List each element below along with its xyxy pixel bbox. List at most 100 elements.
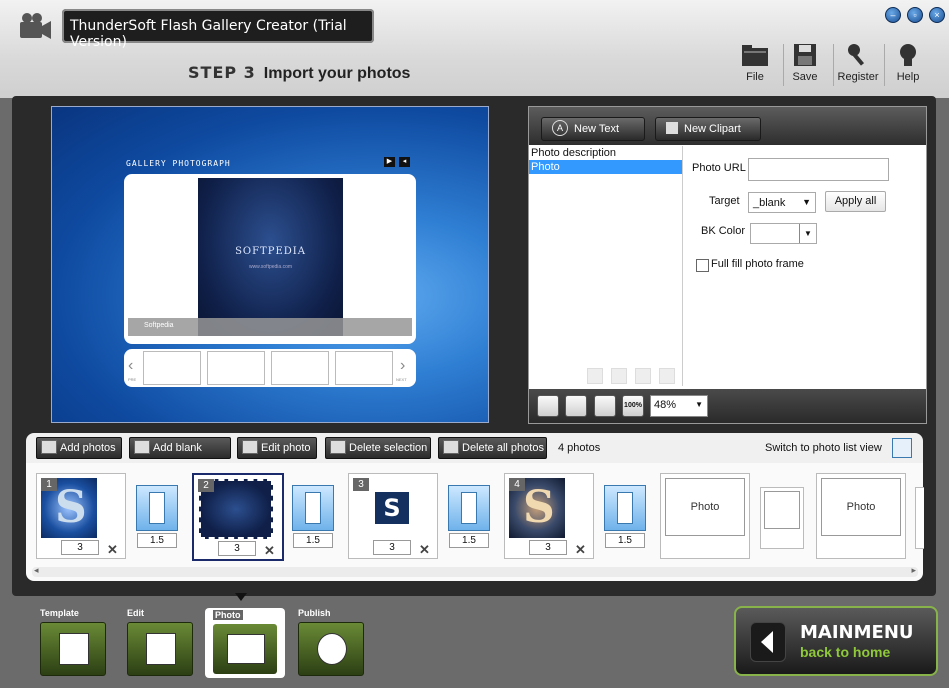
photo-duration[interactable]: 3 [373, 540, 411, 555]
publish-folder-icon [298, 622, 364, 676]
photo-duration[interactable]: 3 [529, 540, 567, 555]
step-edit[interactable]: Edit [127, 608, 197, 678]
scroll-left-icon[interactable]: ◂ [34, 565, 39, 576]
transition-item[interactable]: 1.5 [135, 485, 179, 549]
photo-url-input[interactable] [748, 158, 889, 181]
photo-duration[interactable]: 3 [61, 540, 99, 555]
remove-icon[interactable]: ✕ [264, 543, 275, 559]
photo-placeholder[interactable]: Photo [816, 473, 906, 559]
photo-card[interactable]: S 4 3 ✕ [504, 473, 594, 559]
chevron-down-icon: ▼ [799, 224, 816, 243]
next-label: NEXT [396, 377, 407, 382]
target-select[interactable]: _blank ▼ [748, 192, 816, 213]
strip-scrollbar[interactable]: ◂ ▸ [32, 565, 918, 577]
thumb-slot[interactable] [207, 351, 265, 385]
window-title: ThunderSoft Flash Gallery Creator (Trial… [70, 18, 347, 50]
delete-selection-button[interactable]: Delete selection [325, 437, 431, 459]
trash-icon[interactable] [659, 368, 675, 384]
delete-all-button[interactable]: Delete all photos [438, 437, 547, 459]
step-photo-active[interactable]: Photo [205, 608, 285, 678]
full-fill-checkbox[interactable] [696, 259, 709, 272]
mainmenu-title: MAINMENU [800, 622, 914, 643]
photo-strip-toolbar: Add photos Add blank frame Edit photo De… [26, 433, 923, 474]
remove-icon[interactable]: ✕ [107, 542, 118, 558]
close-button[interactable]: × [929, 7, 945, 23]
properties-toolbar: A New Text New Clipart [529, 107, 926, 145]
transition-duration[interactable]: 1.5 [137, 533, 177, 548]
layer-item-photo[interactable]: Photo [529, 160, 682, 174]
file-button[interactable]: File [727, 42, 783, 88]
step-publish[interactable]: Publish [298, 608, 368, 678]
transition-item[interactable]: 1.5 [447, 485, 491, 549]
save-button[interactable]: Save [777, 42, 833, 88]
photo-placeholder[interactable]: Photo [660, 473, 750, 559]
placeholder-label: Photo [665, 478, 745, 536]
properties-icon[interactable] [635, 368, 651, 384]
zoom-out-icon[interactable] [565, 395, 587, 417]
photo-index: 1 [41, 478, 57, 491]
transition-icon [604, 485, 646, 531]
blank-transition-slot[interactable] [915, 487, 924, 549]
move-icon[interactable] [594, 395, 616, 417]
photo-url-text: www.softpedia.com [248, 264, 293, 270]
zoom-select[interactable]: 48% ▼ [650, 395, 708, 417]
photo-url-label: Photo URL [692, 162, 746, 174]
scroll-right-icon[interactable]: ▸ [911, 565, 916, 576]
remove-icon[interactable]: ✕ [575, 542, 586, 558]
delete-all-label: Delete all photos [462, 442, 544, 454]
next-arrow-icon[interactable]: › [400, 357, 405, 375]
prev-arrow-icon[interactable]: ‹ [128, 357, 133, 375]
new-text-button[interactable]: A New Text [541, 117, 645, 141]
sound-icon[interactable]: ◂ [399, 157, 410, 167]
maximize-button[interactable]: ▫ [907, 7, 923, 23]
transition-item[interactable]: 1.5 [603, 485, 647, 549]
thumb-slot[interactable] [335, 351, 393, 385]
template-folder-icon [40, 622, 106, 676]
play-icon[interactable]: ▶ [384, 157, 395, 167]
photo-card[interactable]: S 1 3 ✕ [36, 473, 126, 559]
thumb-slot[interactable] [271, 351, 329, 385]
minimize-button[interactable]: – [885, 7, 901, 23]
new-clipart-label: New Clipart [684, 123, 741, 135]
transition-duration[interactable]: 1.5 [293, 533, 333, 548]
photo-card[interactable]: S 3 3 ✕ [348, 473, 438, 559]
step-number: STEP 3 [188, 63, 256, 82]
edit-photo-button[interactable]: Edit photo [237, 437, 317, 459]
zoom-in-icon[interactable] [537, 395, 559, 417]
bk-color-picker[interactable]: ▼ [750, 223, 817, 244]
text-a-icon: A [552, 120, 568, 137]
transition-duration[interactable]: 1.5 [605, 533, 645, 548]
transition-item[interactable]: 1.5 [291, 485, 335, 549]
photo-index: 2 [198, 479, 214, 492]
chevron-down-icon: ▼ [695, 400, 703, 409]
apply-all-button[interactable]: Apply all [825, 191, 886, 212]
gallery-title: GALLERY PHOTOGRAPH [126, 159, 231, 168]
zoom-value: 48% [654, 399, 677, 411]
new-text-label: New Text [574, 123, 620, 135]
transition-icon [136, 485, 178, 531]
move-down-icon[interactable] [611, 368, 627, 384]
photo-duration[interactable]: 3 [218, 541, 256, 556]
layer-item-photo-description[interactable]: Photo description [529, 146, 682, 160]
add-photo-icon [41, 440, 57, 455]
add-blank-frame-button[interactable]: Add blank frame [129, 437, 231, 474]
move-up-icon[interactable] [587, 368, 603, 384]
remove-icon[interactable]: ✕ [419, 542, 430, 558]
photo-folder-icon [213, 624, 277, 674]
mainmenu-button[interactable]: MAINMENU back to home [734, 606, 938, 676]
photo-card-selected[interactable]: 2 3 ✕ [192, 473, 284, 561]
transition-duration[interactable]: 1.5 [449, 533, 489, 548]
zoom-100-button[interactable]: 100% [622, 395, 644, 417]
step-template-label: Template [40, 608, 79, 618]
delete-selection-label: Delete selection [349, 442, 428, 454]
new-clipart-button[interactable]: New Clipart [655, 117, 761, 141]
thumb-slot[interactable] [143, 351, 201, 385]
register-button[interactable]: Register [830, 42, 886, 88]
blank-transition-slot[interactable] [760, 487, 804, 549]
help-button[interactable]: Help [880, 42, 936, 88]
edit-photo-icon [242, 440, 258, 455]
step-template[interactable]: Template [40, 608, 110, 678]
add-photos-button[interactable]: Add photos [36, 437, 122, 459]
switch-view-icon[interactable] [892, 438, 912, 458]
photo-index: 4 [509, 478, 525, 491]
